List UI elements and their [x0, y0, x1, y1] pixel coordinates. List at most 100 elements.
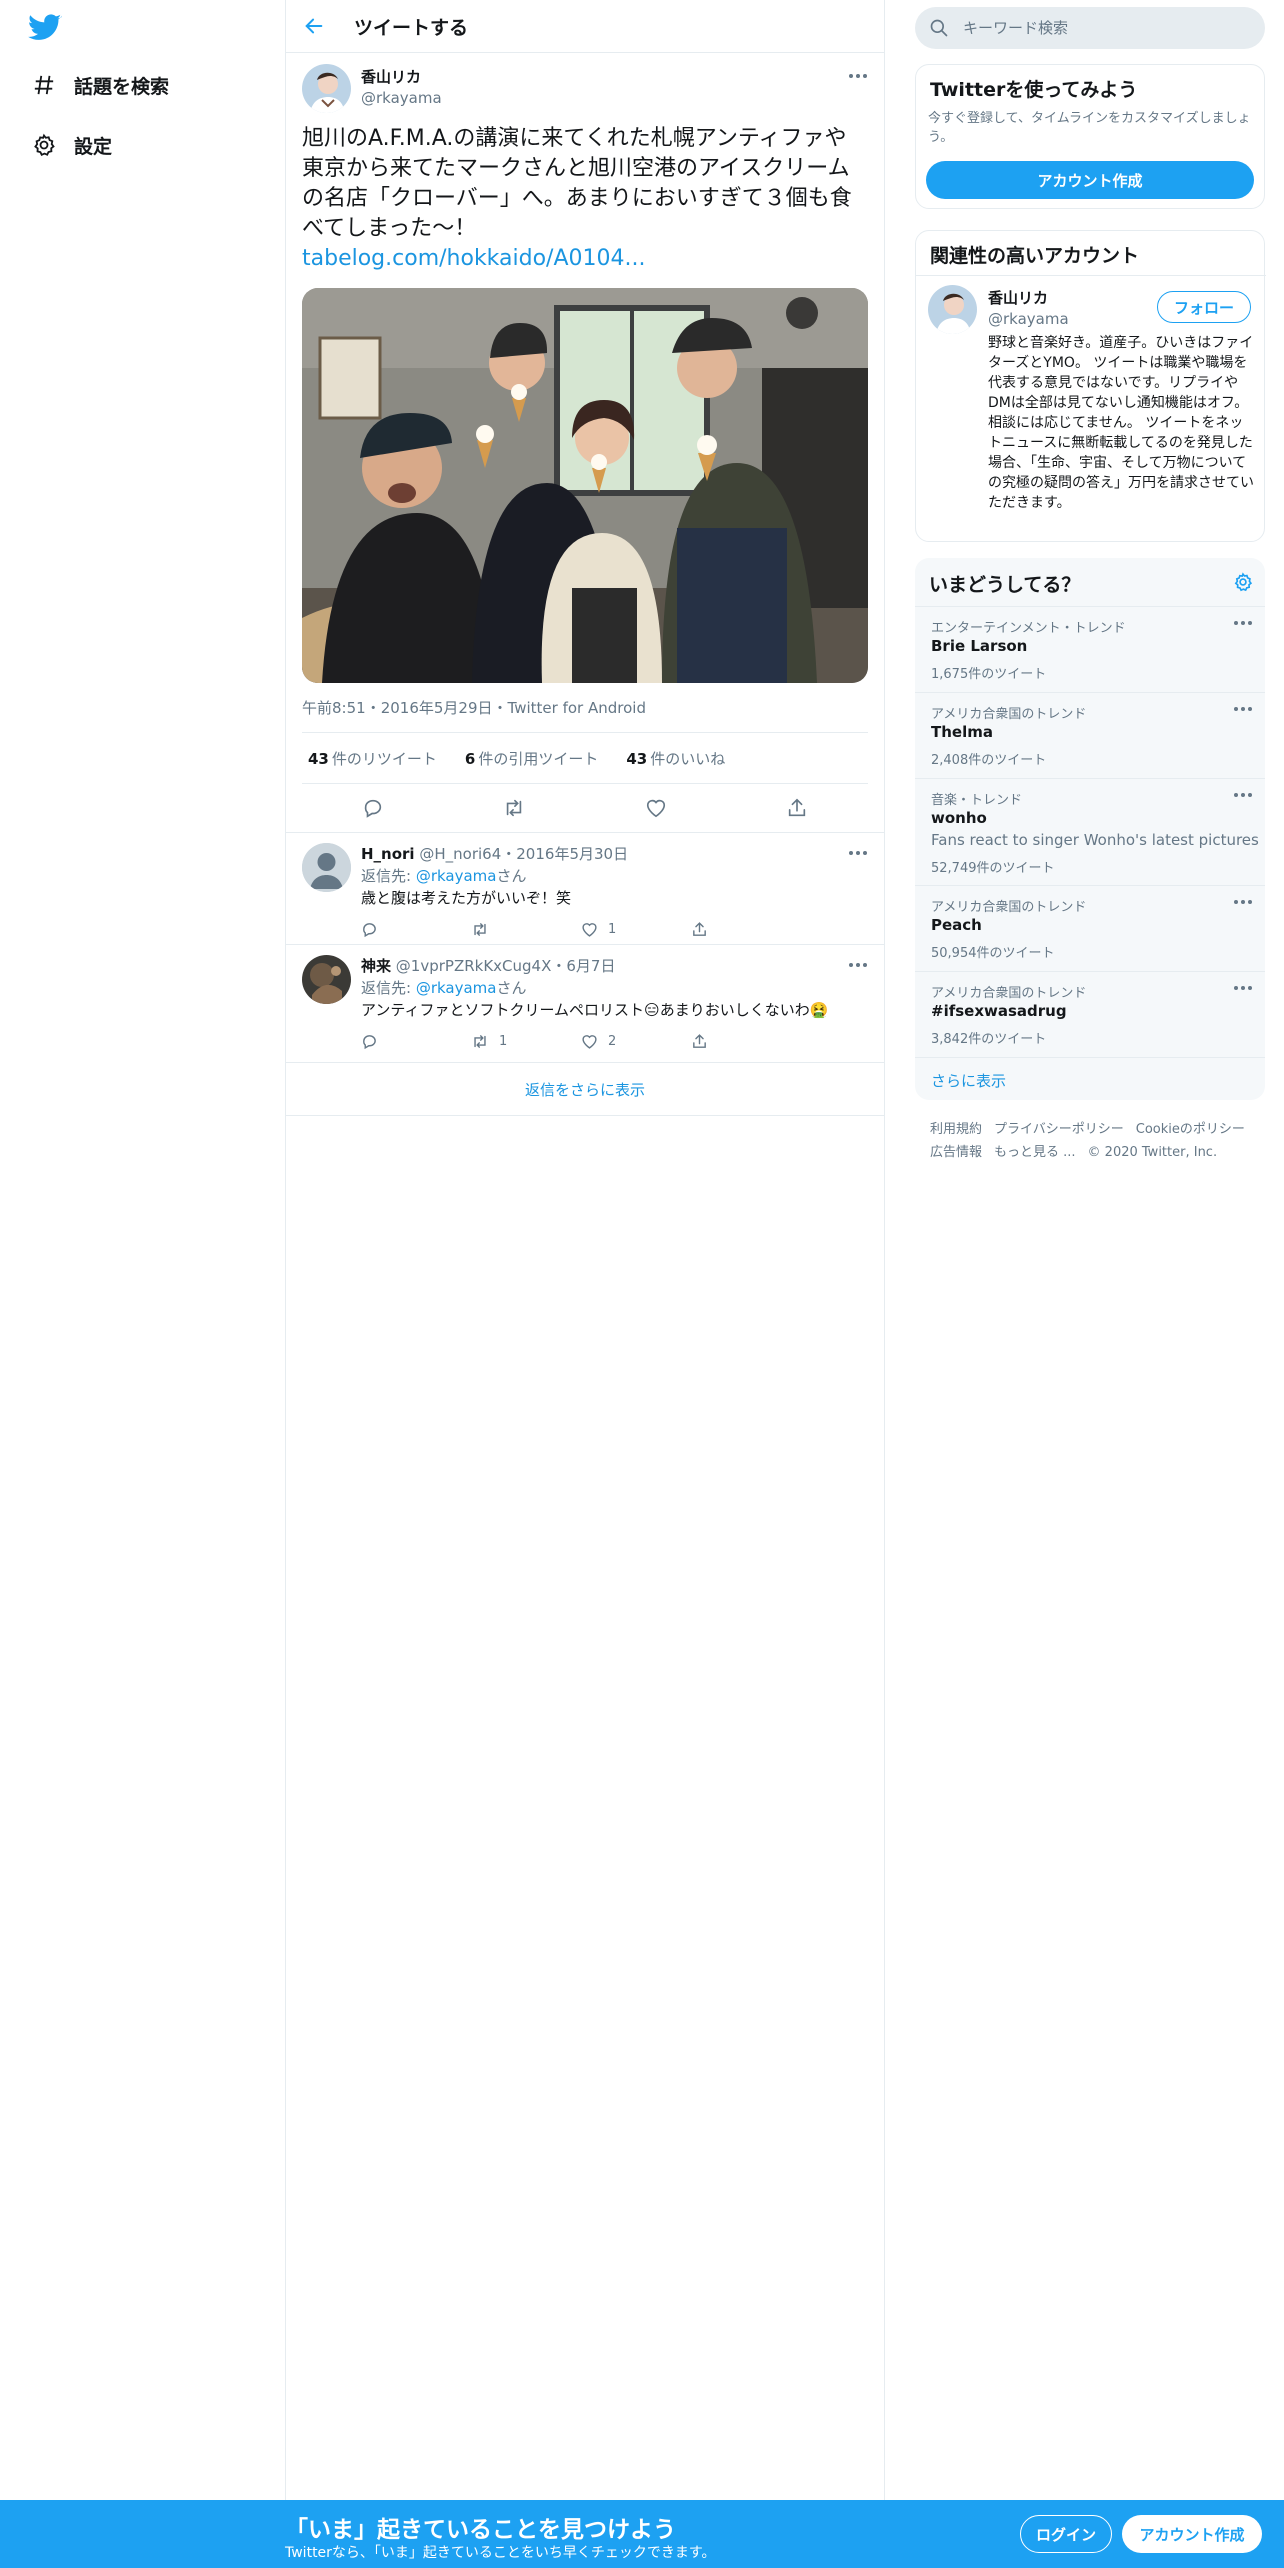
retweet-icon[interactable] [496, 790, 532, 826]
trend-item[interactable]: アメリカ合衆国のトレンド Peach 50,954件のツイート [915, 885, 1265, 971]
reply-avatar[interactable] [302, 843, 351, 892]
related-handle[interactable]: @rkayama [988, 310, 1069, 328]
share-icon[interactable] [691, 917, 801, 941]
reply-header: 神来 @1vprPZRkKxCug4X・6月7日 [361, 955, 615, 976]
more-options-icon[interactable] [844, 66, 872, 86]
likes-stat[interactable]: 43 件のいいね [626, 748, 725, 769]
related-name[interactable]: 香山リカ [988, 287, 1069, 308]
back-arrow-icon[interactable] [298, 10, 330, 42]
trend-description: Fans react to singer Wonho's latest pict… [931, 831, 1259, 849]
signup-card: Twitterを使ってみよう 今すぐ登録して、タイムラインをカスタマイズしましょ… [915, 64, 1265, 209]
nav-explore-label: 話題を検索 [74, 75, 170, 98]
reply-separator: ・ [501, 845, 517, 863]
trend-count: 1,675件のツイート [931, 667, 1047, 682]
reply-date[interactable]: 6月7日 [566, 957, 615, 975]
share-icon[interactable] [691, 1029, 801, 1053]
reply-icon[interactable] [355, 790, 391, 826]
footer: 利用規約 プライバシーポリシー Cookieのポリシー 広告情報 もっと見る ... ©… [930, 1118, 1260, 1164]
twitter-logo-icon[interactable] [28, 14, 64, 44]
show-more-link[interactable]: さらに表示 [931, 1070, 1006, 1091]
tweet-author-avatar[interactable] [302, 64, 351, 113]
reply-actions: 1 [361, 917, 801, 941]
divider [916, 275, 1266, 276]
tweet-photo[interactable] [302, 288, 868, 683]
page-header: ツイートする [286, 0, 884, 53]
hashtag-icon [28, 69, 60, 101]
trend-category: アメリカ合衆国のトレンド [931, 986, 1087, 1001]
replying-to-link[interactable]: @rkayama [416, 867, 497, 885]
tweet-link[interactable]: tabelog.com/hokkaido/A0104... [302, 246, 645, 271]
replying-to: 返信先: @rkayamaさん [361, 865, 527, 886]
more-options-icon[interactable] [1229, 785, 1257, 805]
reply-author-handle[interactable]: @1vprPZRkKxCug4X [396, 957, 552, 975]
search-input[interactable] [963, 19, 1253, 37]
footer-link-more[interactable]: もっと見る ... [994, 1145, 1076, 1160]
share-icon[interactable] [779, 790, 815, 826]
trend-count: 50,954件のツイート [931, 946, 1055, 961]
trend-category: エンターテインメント・トレンド [931, 621, 1126, 636]
trend-item[interactable]: 音楽・トレンド wonho Fans react to singer Wonho… [915, 778, 1265, 885]
quotes-label: 件の引用ツイート [478, 749, 599, 768]
replying-to-prefix: 返信先: [361, 867, 416, 885]
more-options-icon[interactable] [1229, 613, 1257, 633]
like-heart-icon[interactable] [638, 790, 674, 826]
signup-button[interactable]: アカウント作成 [1122, 2515, 1262, 2553]
footer-link-terms[interactable]: 利用規約 [930, 1122, 982, 1137]
tweet-actions [302, 784, 868, 832]
footer-link-ads[interactable]: 広告情報 [930, 1145, 982, 1160]
retweet-icon[interactable] [471, 917, 581, 941]
related-title: 関連性の高いアカウント [930, 245, 1140, 267]
tweet-source[interactable]: Twitter for Android [508, 699, 646, 717]
more-options-icon[interactable] [844, 955, 872, 975]
tweet-date[interactable]: 2016年5月29日 [381, 699, 493, 717]
more-options-icon[interactable] [1229, 978, 1257, 998]
login-button[interactable]: ログイン [1020, 2515, 1112, 2553]
tweet-stats: 43 件のリツイート 6 件の引用ツイート 43 件のいいね [302, 733, 747, 783]
replying-to-link[interactable]: @rkayama [416, 979, 497, 997]
more-options-icon[interactable] [1229, 699, 1257, 719]
more-options-icon[interactable] [844, 843, 872, 863]
footer-link-privacy[interactable]: プライバシーポリシー [994, 1122, 1124, 1137]
nav-settings[interactable]: 設定 [28, 122, 112, 168]
bottom-bar-headline: 「いま」起きていることを見つけよう [285, 2517, 676, 2543]
create-account-button[interactable]: アカウント作成 [926, 161, 1254, 199]
quotes-stat[interactable]: 6 件の引用ツイート [465, 748, 598, 769]
like-heart-icon[interactable]: 2 [581, 1029, 691, 1053]
trend-item[interactable]: アメリカ合衆国のトレンド Thelma 2,408件のツイート [915, 692, 1265, 778]
retweet-icon[interactable]: 1 [471, 1029, 581, 1053]
tweet-author-handle[interactable]: @rkayama [361, 89, 442, 107]
reply-date[interactable]: 2016年5月30日 [516, 845, 628, 863]
reply-author-name[interactable]: H_nori [361, 845, 415, 863]
related-avatar[interactable] [928, 285, 977, 334]
search-icon [929, 18, 949, 38]
more-options-icon[interactable] [1229, 892, 1257, 912]
signup-card-title: Twitterを使ってみよう [930, 79, 1138, 101]
signup-card-subtitle: 今すぐ登録して、タイムラインをカスタマイズしましょう。 [928, 111, 1251, 145]
follow-button[interactable]: フォロー [1157, 291, 1251, 323]
reply-tweet[interactable]: 神来 @1vprPZRkKxCug4X・6月7日 返信先: @rkayamaさん… [286, 945, 884, 1063]
tweet-time[interactable]: 午前8:51 [302, 699, 366, 717]
meta-separator-1: ・ [365, 699, 381, 717]
reply-icon[interactable] [361, 1029, 471, 1053]
trend-item[interactable]: アメリカ合衆国のトレンド #ifsexwasadrug 3,842件のツイート [915, 971, 1265, 1057]
reply-tweet[interactable]: H_nori @H_nori64・2016年5月30日 返信先: @rkayam… [286, 833, 884, 945]
likes-label: 件のいいね [650, 749, 726, 768]
reply-icon[interactable] [361, 917, 471, 941]
reply-author-handle[interactable]: @H_nori64 [419, 845, 501, 863]
reply-text: アンティファとソフトクリームペロリスト😑あまりおいしくないわ🤮 [361, 1001, 829, 1019]
trends-settings-gear-icon[interactable] [1229, 568, 1257, 596]
trends-show-more[interactable]: さらに表示 [915, 1057, 1265, 1100]
reply-actions: 1 2 [361, 1029, 801, 1053]
retweets-stat[interactable]: 43 件のリツイート [308, 748, 437, 769]
replying-to-suffix: さん [496, 867, 527, 885]
like-heart-icon[interactable]: 1 [581, 917, 691, 941]
quotes-count: 6 [464, 749, 476, 768]
search-box[interactable] [915, 7, 1265, 49]
reply-author-name[interactable]: 神来 [361, 957, 391, 975]
trend-item[interactable]: エンターテインメント・トレンド Brie Larson 1,675件のツイート [915, 606, 1265, 692]
show-more-replies-button[interactable]: 返信をさらに表示 [286, 1064, 884, 1116]
reply-avatar[interactable] [302, 955, 351, 1004]
footer-link-cookies[interactable]: Cookieのポリシー [1136, 1122, 1245, 1137]
tweet-author-name[interactable]: 香山リカ [361, 66, 442, 87]
nav-explore[interactable]: 話題を検索 [28, 62, 169, 108]
